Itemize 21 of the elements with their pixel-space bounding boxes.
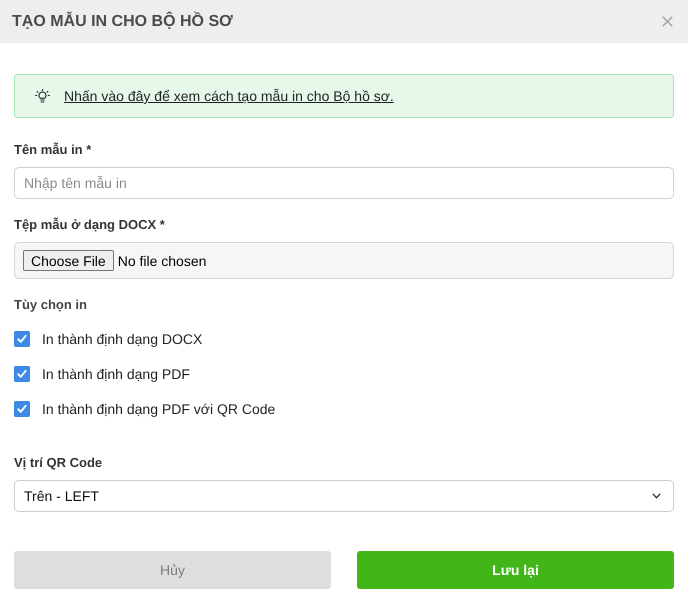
lightbulb-icon bbox=[35, 88, 50, 104]
field-label: Tệp mẫu ở dạng DOCX * bbox=[14, 217, 166, 233]
checkbox[interactable] bbox=[14, 401, 30, 417]
field-label: Vị trí QR Code bbox=[14, 455, 104, 471]
select-value: Trên - LEFT bbox=[24, 488, 99, 504]
dialog-title: TẠO MẪU IN CHO BỘ HỒ SƠ bbox=[12, 13, 233, 31]
checkbox[interactable] bbox=[14, 331, 30, 347]
chevron-down-icon bbox=[652, 493, 661, 499]
close-icon[interactable] bbox=[662, 16, 673, 27]
file-field[interactable]: Choose File No file chosen bbox=[14, 242, 674, 279]
file-status: No file chosen bbox=[118, 252, 206, 268]
section-label: Tùy chọn in bbox=[14, 297, 88, 313]
option-label: In thành định dạng PDF với QR Code bbox=[42, 401, 276, 417]
field-label: Tên mẫu in * bbox=[14, 142, 92, 158]
checkbox[interactable] bbox=[14, 366, 30, 382]
choose-file-button[interactable]: Choose File bbox=[23, 250, 114, 271]
option-label: In thành định dạng PDF bbox=[42, 366, 190, 382]
option-label: In thành định dạng DOCX bbox=[42, 331, 202, 347]
position-select[interactable]: Trên - LEFT bbox=[14, 480, 674, 512]
help-link[interactable]: Nhấn vào đây để xem cách tạo mẫu in cho Bộ hồ sơ. bbox=[64, 88, 394, 104]
name-input[interactable]: Nhập tên mẫu in bbox=[14, 167, 674, 199]
